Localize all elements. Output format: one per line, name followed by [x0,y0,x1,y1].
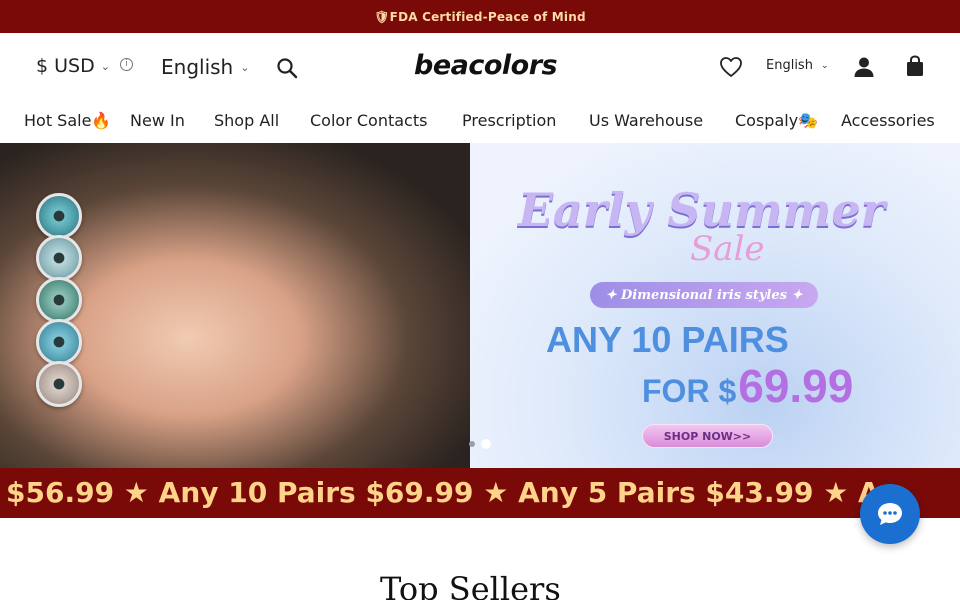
promo-ticker: $56.99 ★ Any 10 Pairs $69.99 ★ Any 5 Pai… [0,468,960,518]
bag-icon[interactable] [905,55,925,77]
info-icon[interactable]: i [120,58,133,71]
lens-swatch [36,277,82,323]
promo-subtitle: Sale [690,229,765,269]
nav-item-us-warehouse[interactable]: Us Warehouse [589,111,703,130]
chevron-down-icon: ⌄ [240,60,250,74]
lens-swatch [36,193,82,239]
nav-item-color-contacts[interactable]: Color Contacts [310,111,427,130]
lens-swatch [36,361,82,407]
ticker-text: $56.99 ★ Any 10 Pairs $69.99 ★ Any 5 Pai… [6,476,900,509]
promo-price-line: FOR $ 69.99 [642,359,853,413]
language-selector[interactable]: English ⌄ [161,55,249,79]
heart-icon[interactable] [719,56,743,78]
hero-banner[interactable]: Early Summer Sale ✦ Dimensional iris sty… [0,143,960,468]
language-label: English [161,55,234,79]
site-header: $ USD ⌄ i English ⌄ beacolors English ⌄ [0,33,960,101]
language-label: English [766,58,813,73]
site-logo[interactable]: beacolors [414,50,558,81]
section-title: Top Sellers [380,570,561,600]
lens-swatch [36,319,82,365]
promo-price-prefix: FOR $ [642,373,737,409]
nav-item-shop-all[interactable]: Shop All [214,111,279,130]
chat-button[interactable] [860,484,920,544]
chat-icon [878,503,902,525]
lens-swatch [36,235,82,281]
nav-item-cosplay[interactable]: Cospaly🎭 [735,111,818,130]
search-icon[interactable] [276,57,298,79]
chevron-down-icon: ⌄ [820,60,829,71]
announcement-text: 🛡FDA Certified-Peace of Mind [374,9,586,24]
promo-tagline: ✦ Dimensional iris styles ✦ [590,282,818,308]
currency-label: $ USD [36,55,95,77]
nav-item-prescription[interactable]: Prescription [462,111,556,130]
chevron-down-icon: ⌄ [100,59,110,73]
carousel-dot-active[interactable] [481,439,491,449]
nav-item-accessories[interactable]: Accessories [841,111,935,130]
nav-item-new-in[interactable]: New In [130,111,185,130]
user-icon[interactable] [853,56,875,78]
announcement-bar: 🛡FDA Certified-Peace of Mind [0,0,960,33]
currency-selector[interactable]: $ USD ⌄ [36,55,110,77]
language-selector-secondary[interactable]: English ⌄ [766,58,829,73]
nav-item-hot-sale[interactable]: Hot Sale🔥 [24,111,111,130]
promo-offer-line: ANY 10 PAIRS [546,319,789,360]
carousel-dot[interactable] [469,441,475,447]
shop-now-button[interactable]: SHOP NOW>> [642,424,773,448]
main-nav: Hot Sale🔥 New In Shop All Color Contacts… [0,101,960,143]
promo-price: 69.99 [738,360,854,412]
